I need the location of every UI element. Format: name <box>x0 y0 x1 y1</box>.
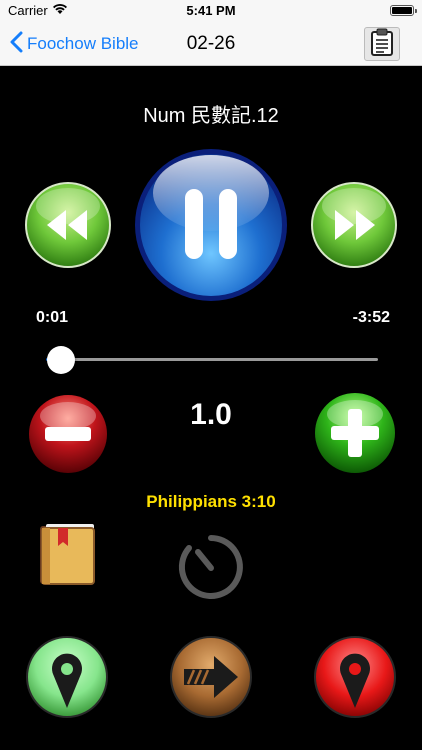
back-button-label: Foochow Bible <box>27 34 139 53</box>
battery-icon <box>390 5 417 16</box>
back-button[interactable]: Foochow Bible <box>10 22 139 66</box>
plus-icon <box>315 393 395 473</box>
fast-forward-button[interactable] <box>311 182 397 268</box>
verse-reference[interactable]: Philippians 3:10 <box>0 492 422 512</box>
chevron-left-icon <box>10 31 27 58</box>
track-title: Num 民數記.12 <box>143 105 279 127</box>
navigation-bar: Foochow Bible 02-26 <box>0 22 422 66</box>
rewind-button[interactable] <box>25 182 111 268</box>
progress-slider-track[interactable] <box>60 358 378 361</box>
clipboard-button[interactable] <box>364 27 400 61</box>
pause-icon <box>135 149 287 301</box>
progress-slider-thumb[interactable] <box>47 346 76 374</box>
map-pin-icon <box>314 636 396 718</box>
fast-forward-icon <box>311 182 397 268</box>
book-button[interactable] <box>36 520 98 588</box>
rewind-icon <box>25 182 111 268</box>
elapsed-time: 0:01 <box>36 309 69 326</box>
forward-arrow-icon <box>170 636 252 718</box>
status-bar: Carrier 5:41 PM <box>0 0 422 22</box>
clipboard-icon <box>369 28 395 61</box>
green-pin-button[interactable] <box>26 636 108 718</box>
sleep-timer-button[interactable] <box>176 532 246 602</box>
speed-increase-button[interactable] <box>314 392 396 474</box>
status-time: 5:41 PM <box>186 3 236 18</box>
remaining-time: -3:52 <box>352 309 390 326</box>
red-pin-button[interactable] <box>314 636 396 718</box>
next-button[interactable] <box>170 636 252 718</box>
book-icon <box>40 524 95 585</box>
map-pin-icon <box>26 636 108 718</box>
timer-icon <box>178 535 243 599</box>
pause-button[interactable] <box>133 147 289 303</box>
